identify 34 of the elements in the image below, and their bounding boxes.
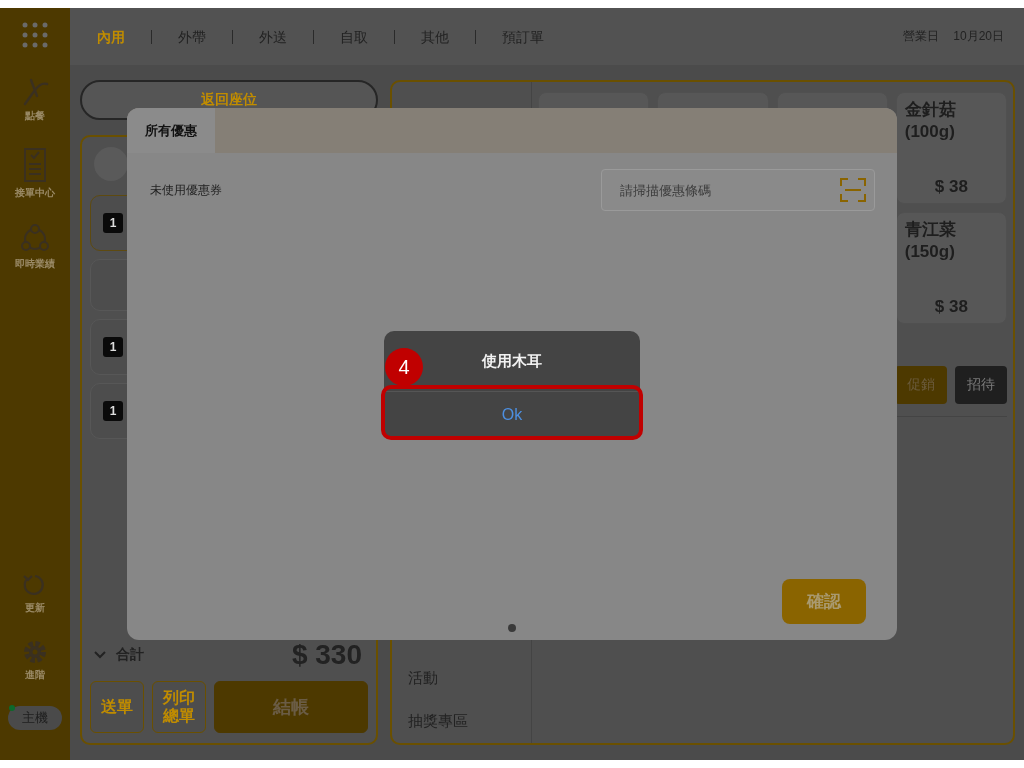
confirm-button[interactable]: 確認	[782, 579, 866, 624]
product-name: 青江菜 (150g)	[904, 219, 957, 263]
coupon-code-field[interactable]: 請掃描優惠條碼	[601, 169, 875, 211]
scan-icon[interactable]	[840, 178, 866, 202]
dialog-tab[interactable]: 所有優惠	[127, 108, 215, 153]
page-indicator-dot	[508, 624, 516, 632]
clipboard-icon	[23, 147, 47, 183]
section-label: 未使用優惠券	[150, 181, 222, 199]
app-grid-icon[interactable]	[22, 22, 48, 48]
sidebar-label[interactable]: 點餐	[25, 109, 45, 123]
product-card[interactable]: 金針菇 (100g) $ 38	[895, 92, 1007, 204]
sidebar-label[interactable]: 更新	[25, 601, 45, 615]
coupon-code-input[interactable]: 請掃描優惠條碼	[618, 181, 840, 199]
order-action-button[interactable]: 列印總單	[152, 681, 206, 733]
product-price: $ 38	[933, 177, 969, 197]
action-button[interactable]: 促銷	[895, 366, 947, 404]
product-price: $ 38	[933, 297, 969, 317]
product-card[interactable]: 青江菜 (150g) $ 38	[895, 212, 1007, 324]
order-action-button[interactable]: 送單	[90, 681, 144, 733]
quantity-badge: 1	[103, 213, 123, 233]
quantity-badge: 1	[103, 337, 123, 357]
chevron-down-icon[interactable]	[94, 651, 106, 659]
alert-title: 使用木耳	[482, 351, 542, 371]
avatar-circle	[94, 147, 128, 181]
action-button[interactable]: 招待	[955, 366, 1007, 404]
sidebar-label[interactable]: 即時業績	[15, 257, 55, 271]
sidebar-label[interactable]: 接單中心	[15, 186, 55, 200]
quantity-badge: 1	[103, 401, 123, 421]
order-action-button[interactable]: 結帳	[214, 681, 368, 733]
people-network-icon	[20, 224, 50, 254]
sidebar-label[interactable]: 進階	[25, 668, 45, 682]
order-type-tab[interactable]: 內用	[97, 29, 151, 44]
product-name: 金針菇 (100g)	[904, 99, 957, 143]
settings-icon	[22, 639, 48, 665]
